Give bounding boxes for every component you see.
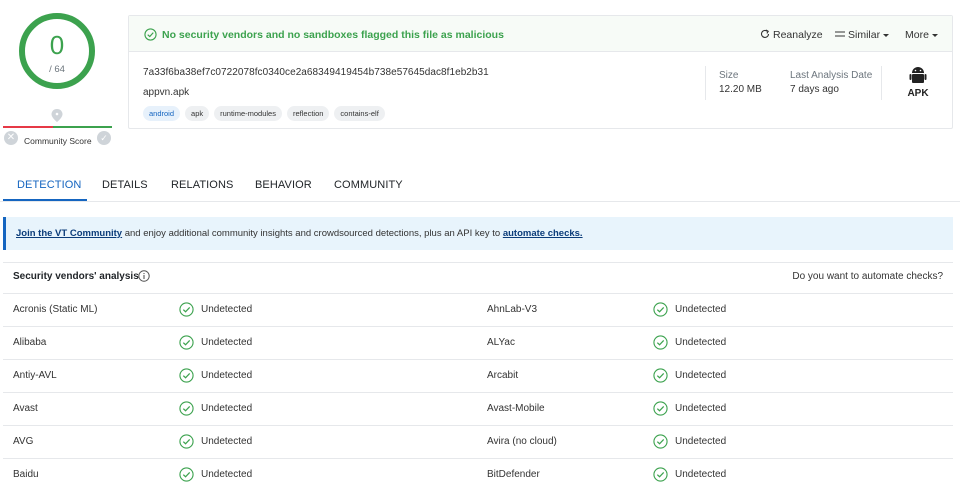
vendor-result: Undetected: [675, 469, 727, 480]
detection-total: / 64: [49, 64, 65, 75]
vendor-name: AVG: [13, 436, 34, 447]
chevron-down-icon: [883, 33, 890, 37]
table-row: Antiy-AVL Undetected Arcabit Undetected: [3, 359, 953, 392]
community-score-label: Community Score: [24, 136, 92, 146]
apk-file-icon: APK: [907, 67, 929, 99]
file-tags: android apk runtime-modules reflection c…: [143, 106, 385, 121]
check-circle-icon: [653, 467, 668, 482]
vendor-result: Undetected: [201, 436, 253, 447]
tab-relations[interactable]: RELATIONS: [171, 179, 233, 191]
check-circle-icon: [179, 335, 194, 350]
vendor-result: Undetected: [675, 304, 727, 315]
community-score-bar: [3, 126, 112, 128]
check-circle-icon: [144, 28, 157, 41]
check-circle-icon: [653, 335, 668, 350]
vendor-result: Undetected: [201, 370, 253, 381]
apk-badge-text: APK: [907, 88, 929, 99]
downvote-icon[interactable]: ✕: [4, 131, 18, 145]
tag-android[interactable]: android: [143, 106, 181, 121]
vendor-result: Undetected: [201, 304, 253, 315]
vendor-name: Avira (no cloud): [487, 436, 557, 447]
verdict-text: No security vendors and no sandboxes fla…: [162, 29, 504, 41]
tag-runtime-modules[interactable]: runtime-modules: [214, 106, 282, 121]
vendor-name: Acronis (Static ML): [13, 304, 98, 315]
size-label: Size: [719, 70, 739, 81]
vendor-result: Undetected: [675, 337, 727, 348]
vendor-name: ALYac: [487, 337, 515, 348]
analysis-date-value: 7 days ago: [790, 84, 839, 95]
more-button[interactable]: More: [905, 29, 938, 41]
refresh-icon: [761, 29, 770, 38]
check-circle-icon: [179, 368, 194, 383]
verdict-banner: No security vendors and no sandboxes fla…: [129, 16, 952, 52]
tab-detection[interactable]: DETECTION: [17, 179, 81, 191]
reanalyze-label: Reanalyze: [773, 29, 823, 41]
vendors-header: Security vendors' analysis Do you want t…: [3, 262, 953, 292]
location-pin-icon: [51, 109, 63, 122]
file-name: appvn.apk: [143, 87, 190, 98]
check-circle-icon: [179, 467, 194, 482]
table-row: Avast Undetected Avast-Mobile Undetected: [3, 392, 953, 425]
similar-label: Similar: [848, 29, 881, 41]
table-row: AVG Undetected Avira (no cloud) Undetect…: [3, 425, 953, 458]
detection-count: 0: [49, 30, 65, 60]
community-info-strip: Join the VT Community and enjoy addition…: [3, 217, 953, 250]
tag-apk[interactable]: apk: [185, 106, 210, 121]
reanalyze-button[interactable]: Reanalyze: [760, 29, 823, 41]
vendor-result: Undetected: [201, 469, 253, 480]
automate-checks-prompt[interactable]: Do you want to automate checks?: [792, 271, 943, 282]
vendor-name: Antiy-AVL: [13, 370, 57, 381]
table-row: Acronis (Static ML) Undetected AhnLab-V3…: [3, 293, 953, 326]
community-score-widget: 0 / 64 ✕ Community Score ✓: [0, 0, 118, 150]
vendor-result: Undetected: [675, 436, 727, 447]
check-circle-icon: [653, 434, 668, 449]
tag-contains-elf[interactable]: contains-elf: [334, 106, 385, 121]
divider: [705, 66, 706, 100]
divider: [881, 66, 882, 100]
upvote-icon[interactable]: ✓: [97, 131, 111, 145]
join-community-link[interactable]: Join the VT Community: [16, 228, 122, 239]
check-circle-icon: [653, 401, 668, 416]
tab-behavior[interactable]: BEHAVIOR: [255, 179, 312, 191]
check-circle-icon: [179, 401, 194, 416]
active-tab-indicator: [3, 199, 87, 201]
vendor-name: Avast-Mobile: [487, 403, 545, 414]
vendor-result: Undetected: [675, 370, 727, 381]
vendors-table: Acronis (Static ML) Undetected AhnLab-V3…: [3, 293, 953, 491]
more-label: More: [905, 29, 929, 41]
vendor-name: AhnLab-V3: [487, 304, 538, 315]
check-circle-icon: [179, 302, 194, 317]
tab-details[interactable]: DETAILS: [102, 179, 148, 191]
similar-icon: [835, 31, 845, 37]
size-value: 12.20 MB: [719, 84, 762, 95]
vendor-result: Undetected: [201, 337, 253, 348]
vendor-name: Alibaba: [13, 337, 47, 348]
automate-checks-link[interactable]: automate checks.: [503, 228, 583, 239]
similar-button[interactable]: Similar: [835, 29, 890, 41]
check-circle-icon: [653, 368, 668, 383]
info-icon[interactable]: [138, 270, 150, 282]
check-circle-icon: [653, 302, 668, 317]
vendor-name: Avast: [13, 403, 38, 414]
strip-middle-text: and enjoy additional community insights …: [122, 228, 503, 239]
vendors-title: Security vendors' analysis: [13, 271, 139, 282]
chevron-down-icon: [931, 33, 938, 37]
tag-reflection[interactable]: reflection: [286, 106, 330, 121]
file-info-card: No security vendors and no sandboxes fla…: [128, 15, 953, 129]
vendor-result: Undetected: [201, 403, 253, 414]
file-hash[interactable]: 7a33f6ba38ef7c0722078fc0340ce2a683494194…: [143, 67, 489, 78]
detection-ring: 0 / 64: [19, 13, 95, 89]
analysis-date-label: Last Analysis Date: [790, 70, 873, 81]
check-circle-icon: [179, 434, 194, 449]
tab-bar: DETECTION DETAILS RELATIONS BEHAVIOR COM…: [0, 172, 960, 202]
table-row: Baidu Undetected BitDefender Undetected: [3, 458, 953, 491]
tab-community[interactable]: COMMUNITY: [334, 179, 403, 191]
vendor-result: Undetected: [675, 403, 727, 414]
community-info-text: Join the VT Community and enjoy addition…: [16, 228, 583, 239]
table-row: Alibaba Undetected ALYac Undetected: [3, 326, 953, 359]
vendor-name: Baidu: [13, 469, 39, 480]
vendor-name: BitDefender: [487, 469, 540, 480]
vendor-name: Arcabit: [487, 370, 519, 381]
